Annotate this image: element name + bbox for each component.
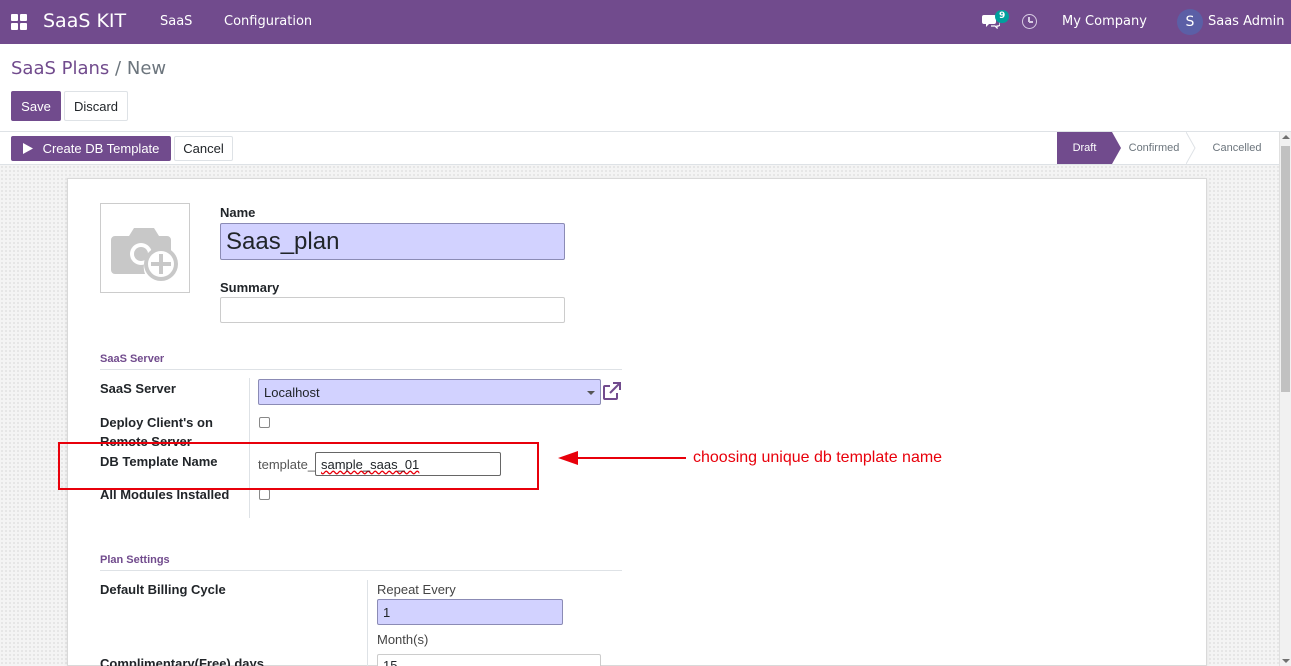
- save-button[interactable]: Save: [11, 91, 61, 121]
- breadcrumb-parent[interactable]: SaaS Plans: [11, 58, 109, 79]
- user-menu[interactable]: Saas Admin: [1208, 14, 1285, 29]
- breadcrumb: SaaS Plans / New: [11, 58, 166, 79]
- play-icon: [22, 143, 33, 154]
- clock-icon[interactable]: [1022, 14, 1037, 29]
- all-modules-checkbox[interactable]: [259, 489, 270, 500]
- deploy-checkbox[interactable]: [259, 417, 270, 428]
- breadcrumb-current: New: [126, 58, 167, 79]
- cancel-button[interactable]: Cancel: [174, 136, 233, 161]
- form-statusbar: Create DB Template Cancel Draft Confirme…: [0, 132, 1279, 165]
- company-switcher[interactable]: My Company: [1062, 14, 1147, 29]
- menu-saas[interactable]: SaaS: [160, 14, 192, 29]
- section-divider: [100, 570, 622, 571]
- free-days-label: Complimentary(Free) days: [100, 656, 264, 666]
- stage-cancelled[interactable]: Cancelled: [1199, 132, 1275, 164]
- section-plan-settings: Plan Settings: [100, 554, 170, 566]
- section-saas-server: SaaS Server: [100, 353, 165, 365]
- repeat-every-label: Repeat Every: [377, 582, 456, 597]
- stage-separator: [1186, 132, 1196, 164]
- scroll-up-icon[interactable]: [1282, 135, 1290, 139]
- chevron-down-icon: [587, 391, 595, 395]
- annotation-arrow-icon: [558, 451, 686, 465]
- billing-cycle-label: Default Billing Cycle: [100, 582, 226, 597]
- stage-confirmed[interactable]: Confirmed: [1121, 132, 1187, 164]
- annotation-highlight-box: [58, 442, 539, 490]
- control-panel: SaaS Plans / New Save Discard: [0, 44, 1291, 132]
- unit-label: Month(s): [377, 632, 429, 647]
- menu-configuration[interactable]: Configuration: [224, 14, 312, 29]
- scroll-down-icon[interactable]: [1282, 659, 1290, 663]
- repeat-every-input[interactable]: 1: [377, 599, 563, 625]
- camera-plus-icon: [111, 228, 178, 281]
- breadcrumb-separator: /: [115, 58, 122, 79]
- name-label: Name: [220, 205, 256, 220]
- apps-icon[interactable]: [11, 14, 27, 30]
- discard-button[interactable]: Discard: [64, 91, 128, 121]
- top-navbar: SaaS KIT SaaS Configuration 9 My Company…: [0, 0, 1291, 44]
- image-upload[interactable]: [100, 203, 190, 293]
- summary-label: Summary: [220, 280, 280, 295]
- saas-server-label: SaaS Server: [100, 381, 176, 396]
- annotation-text: choosing unique db template name: [693, 449, 943, 466]
- free-days-input[interactable]: 15: [377, 654, 601, 666]
- avatar[interactable]: S: [1177, 9, 1203, 35]
- app-brand[interactable]: SaaS KIT: [43, 10, 126, 32]
- create-db-template-label: Create DB Template: [42, 141, 160, 156]
- external-link-icon[interactable]: [602, 382, 622, 401]
- saas-server-value: Localhost: [264, 384, 320, 400]
- chat-badge: 9: [995, 10, 1010, 23]
- page-scrollbar[interactable]: [1279, 132, 1291, 666]
- create-db-template-button[interactable]: Create DB Template: [11, 136, 171, 161]
- field-column-divider: [367, 580, 368, 666]
- saas-server-select[interactable]: Localhost: [258, 379, 601, 405]
- name-input[interactable]: Saas_plan: [220, 223, 565, 260]
- scrollbar-thumb[interactable]: [1281, 146, 1290, 392]
- stage-draft[interactable]: Draft: [1057, 132, 1121, 164]
- summary-input[interactable]: [220, 297, 565, 323]
- section-divider: [100, 369, 622, 370]
